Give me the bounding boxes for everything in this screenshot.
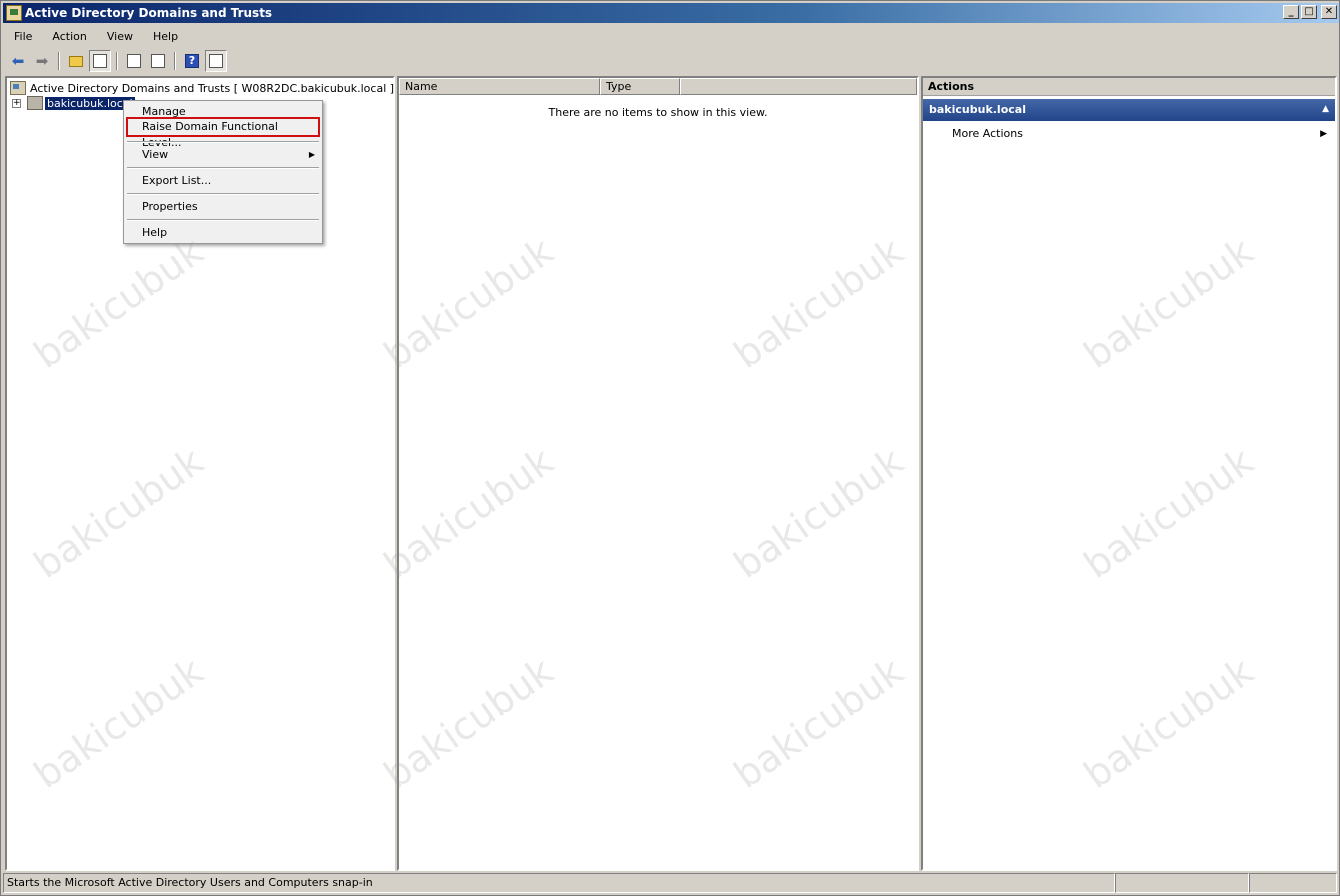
- submenu-arrow-icon: ▶: [308, 150, 315, 159]
- status-panel-2: [1115, 873, 1249, 893]
- window-title: Active Directory Domains and Trusts: [25, 6, 273, 20]
- list-header: Name Type: [399, 78, 917, 95]
- window-controls: _ □ ✕: [1283, 5, 1337, 19]
- empty-list-message: There are no items to show in this view.: [548, 106, 768, 119]
- title-bar[interactable]: Active Directory Domains and Trusts _ □ …: [3, 3, 1339, 23]
- tree-root-node[interactable]: Active Directory Domains and Trusts [ W0…: [10, 80, 394, 96]
- menu-item-properties[interactable]: Properties: [126, 197, 320, 217]
- menu-bar: File Action View Help: [3, 26, 188, 46]
- help-icon[interactable]: ?: [181, 50, 203, 72]
- action-pane-toggle-icon: [209, 54, 223, 68]
- ad-domains-trusts-icon: [10, 81, 26, 95]
- menu-view[interactable]: View: [97, 30, 143, 43]
- toolbar-separator: [116, 52, 118, 70]
- folder-icon: [69, 55, 83, 67]
- column-header-name[interactable]: Name: [399, 78, 600, 95]
- actions-section-domain[interactable]: bakicubuk.local ▲: [923, 99, 1335, 121]
- menu-item-raise-domain-functional-level[interactable]: Raise Domain Functional Level...: [126, 117, 320, 149]
- domain-icon: [27, 96, 43, 110]
- tree-domain-label: bakicubuk.local: [45, 96, 135, 110]
- more-actions-label: More Actions: [952, 127, 1023, 140]
- menu-item-view[interactable]: View ▶: [126, 145, 320, 165]
- actions-header: Actions: [923, 78, 1335, 96]
- results-list-pane[interactable]: Name Type There are no items to show in …: [397, 76, 919, 871]
- menu-separator: [127, 193, 319, 195]
- collapse-up-icon[interactable]: ▲: [1322, 99, 1329, 120]
- tree-pane-icon: [93, 54, 107, 68]
- menu-separator: [127, 141, 319, 143]
- menu-separator: [127, 219, 319, 221]
- menu-item-export-list[interactable]: Export List...: [126, 171, 320, 191]
- actions-section-label: bakicubuk.local: [929, 103, 1026, 116]
- status-panel-3: [1249, 873, 1337, 893]
- column-header-type[interactable]: Type: [600, 78, 680, 95]
- ad-domains-trusts-icon: [6, 5, 22, 21]
- status-bar: Starts the Microsoft Active Directory Us…: [3, 873, 1339, 893]
- menu-item-view-label: View: [142, 148, 169, 161]
- properties-sheet-icon: [127, 54, 141, 68]
- show-hide-tree-icon[interactable]: [89, 50, 111, 72]
- actions-pane: Actions bakicubuk.local ▲ More Actions ▶: [921, 76, 1337, 871]
- menu-help[interactable]: Help: [143, 30, 188, 43]
- menu-action[interactable]: Action: [42, 30, 96, 43]
- action-pane-icon[interactable]: [205, 50, 227, 72]
- tree-root-label: Active Directory Domains and Trusts [ W0…: [30, 81, 395, 95]
- question-mark-icon: ?: [185, 54, 199, 68]
- menu-separator: [127, 167, 319, 169]
- context-menu: Manage Raise Domain Functional Level... …: [123, 100, 323, 244]
- status-text: Starts the Microsoft Active Directory Us…: [3, 873, 1115, 893]
- up-folder-icon[interactable]: [65, 50, 87, 72]
- toolbar: ⬅ ➡ ?: [3, 49, 227, 73]
- back-arrow-icon[interactable]: ⬅: [7, 50, 29, 72]
- properties-icon[interactable]: [123, 50, 145, 72]
- column-header-filler: [680, 78, 917, 95]
- toolbar-separator: [58, 52, 60, 70]
- submenu-right-icon: ▶: [1320, 129, 1327, 139]
- more-actions-item[interactable]: More Actions ▶: [923, 125, 1335, 143]
- forward-arrow-icon[interactable]: ➡: [31, 50, 53, 72]
- export-sheet-icon: [151, 54, 165, 68]
- toolbar-separator: [174, 52, 176, 70]
- export-list-icon[interactable]: [147, 50, 169, 72]
- app-window: Active Directory Domains and Trusts _ □ …: [0, 0, 1340, 896]
- minimize-button[interactable]: _: [1283, 5, 1299, 19]
- expand-icon[interactable]: +: [12, 98, 21, 108]
- maximize-button[interactable]: □: [1301, 5, 1317, 19]
- tree-domain-node[interactable]: + bakicubuk.local: [12, 95, 135, 111]
- menu-file[interactable]: File: [3, 30, 42, 43]
- menu-item-help[interactable]: Help: [126, 223, 320, 243]
- close-button[interactable]: ✕: [1321, 5, 1337, 19]
